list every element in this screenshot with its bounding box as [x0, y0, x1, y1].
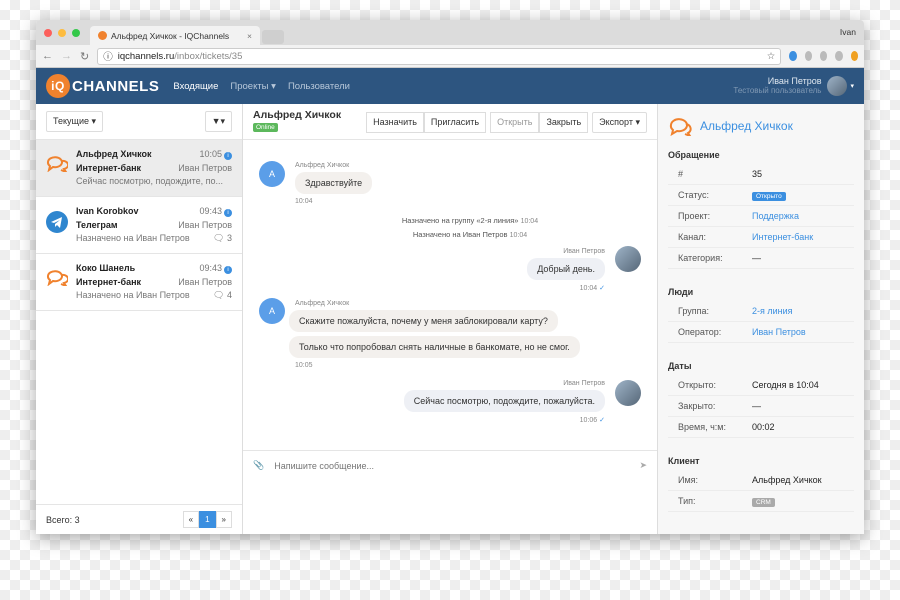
conversation-list-panel: Текущие ▾ ▼▾ Альфред Хичкок 10:05 i Интерне… — [36, 104, 243, 534]
info-icon: i — [224, 152, 232, 160]
compose-bar: 📎➤ — [243, 450, 657, 480]
chat-icon — [46, 262, 70, 302]
read-check-icon: ✓ — [599, 417, 605, 424]
globe-icon[interactable] — [835, 51, 843, 61]
extension-icon[interactable] — [819, 51, 828, 61]
chat-icon — [669, 118, 692, 136]
avatar[interactable] — [827, 76, 848, 96]
message-bubble: Сейчас посмотрю, подождите, пожалуйста. — [403, 390, 605, 412]
message-list: А Альфред Хичкок Здравствуйте 10:04 Назнач… — [243, 140, 657, 450]
status-badge: Открыто — [752, 192, 786, 201]
close-window-button[interactable] — [44, 29, 52, 37]
url-input[interactable]: ⓘ iqchannels.ru/inbox/tickets/35 ☆ — [97, 47, 782, 65]
chat-panel: Альфред Хичкок Online Назначить Пригласить… — [243, 104, 658, 534]
favicon-icon — [98, 31, 107, 40]
operator-link[interactable]: Иван Петров — [752, 327, 806, 337]
forward-icon[interactable]: → — [61, 50, 72, 62]
bookmark-star-icon[interactable]: ☆ — [767, 51, 776, 62]
client-name-link[interactable]: Альфред Хичкок — [700, 119, 793, 133]
comment-icon: 🗨 — [213, 233, 225, 243]
assign-button[interactable]: Назначить — [366, 112, 424, 133]
nav-projects[interactable]: Проекты ▾ — [230, 81, 276, 92]
project-link[interactable]: Поддержка — [752, 211, 799, 221]
chat-icon — [46, 148, 70, 188]
maximize-window-button[interactable] — [72, 29, 80, 37]
ticket-details-panel: Альфред Хичкок Обращение #35 Статус: Откр… — [658, 104, 864, 534]
info-icon: i — [224, 209, 232, 217]
page-button[interactable]: 1 — [199, 511, 216, 528]
extension-icon[interactable] — [804, 51, 812, 61]
chevron-down-icon: ▾ — [850, 83, 854, 90]
browser-tab[interactable]: Альфред Хичкок - IQChannels × — [90, 26, 260, 45]
system-message: Назначено на группу «2-я линия» 10:04 — [401, 216, 539, 225]
message-bubble: Добрый день. — [527, 258, 605, 280]
status-badge: Online — [253, 123, 278, 132]
client-avatar: А — [259, 161, 285, 187]
back-icon[interactable]: ← — [42, 50, 53, 62]
comment-icon: 🗨 — [213, 290, 225, 300]
profile-name[interactable]: Ivan — [840, 27, 856, 37]
close-tab-icon[interactable]: × — [247, 31, 252, 41]
telegram-icon — [46, 205, 68, 245]
conversation-item[interactable]: Альфред Хичкок 10:05 i Интернет-банк Иван П… — [36, 140, 242, 197]
client-avatar: А — [259, 298, 285, 324]
reload-icon[interactable]: ↻ — [80, 50, 89, 63]
funnel-filter-button[interactable]: ▼▾ — [204, 111, 232, 132]
nav-users[interactable]: Пользователи — [288, 81, 350, 92]
browser-window: Альфред Хичкок - IQChannels × Ivan ← → ↻ ⓘ i… — [36, 20, 864, 534]
info-icon: ⓘ — [103, 52, 113, 63]
read-check-icon: ✓ — [599, 285, 605, 292]
nav-inbox[interactable]: Входящие — [173, 81, 218, 92]
message-input[interactable] — [274, 460, 630, 471]
app-navbar: iQ CHANNELS Входящие Проекты ▾ Пользовате… — [36, 68, 864, 104]
operator-avatar — [615, 380, 641, 406]
sender-name: Альфред Хичкок — [295, 300, 350, 307]
channel-link[interactable]: Интернет-банк — [752, 232, 813, 242]
message-bubble: Только что попробовал снять наличные в б… — [289, 336, 580, 358]
conversation-item[interactable]: Ivan Korobkov 09:43 i Телеграм Иван Петров … — [36, 197, 242, 254]
new-tab-button[interactable] — [262, 30, 284, 44]
info-icon: i — [224, 266, 232, 274]
open-button[interactable]: Открыть — [490, 112, 540, 133]
attach-icon[interactable]: 📎 — [253, 460, 264, 471]
extension-icon[interactable] — [789, 51, 797, 61]
next-page-button[interactable]: » — [215, 511, 232, 528]
total-count: Всего: 3 — [46, 514, 80, 525]
invite-button[interactable]: Пригласить — [423, 112, 487, 133]
close-button[interactable]: Закрыть — [539, 112, 589, 133]
sender-name: Иван Петров — [563, 380, 605, 387]
conversation-item[interactable]: Коко Шанель 09:43 i Интернет-банк Иван Петр… — [36, 254, 242, 311]
export-dropdown[interactable]: Экспорт ▾ — [592, 112, 647, 133]
user-menu[interactable]: Иван Петров Тестовый пользователь — [733, 76, 821, 96]
minimize-window-button[interactable] — [58, 29, 66, 37]
prev-page-button[interactable]: « — [182, 511, 200, 528]
operator-avatar — [615, 246, 641, 272]
filter-dropdown[interactable]: Текущие ▾ — [46, 111, 104, 132]
system-message: Назначено на Иван Петров 10:04 — [412, 230, 528, 239]
message-bubble: Здравствуйте — [295, 172, 373, 194]
group-link[interactable]: 2-я линия — [752, 306, 793, 316]
sender-name: Иван Петров — [563, 248, 605, 255]
logo[interactable]: iQ CHANNELS — [46, 74, 159, 98]
alert-icon[interactable] — [850, 51, 859, 61]
address-bar-row: ← → ↻ ⓘ iqchannels.ru/inbox/tickets/35 ☆ — [36, 45, 864, 68]
sender-name: Альфред Хичкок — [295, 162, 350, 169]
send-icon[interactable]: ➤ — [639, 460, 647, 471]
message-bubble: Скажите пожалуйста, почему у меня заблок… — [289, 310, 558, 332]
pagination: «1» — [182, 511, 232, 528]
tab-bar: Альфред Хичкок - IQChannels × Ivan — [36, 20, 864, 45]
